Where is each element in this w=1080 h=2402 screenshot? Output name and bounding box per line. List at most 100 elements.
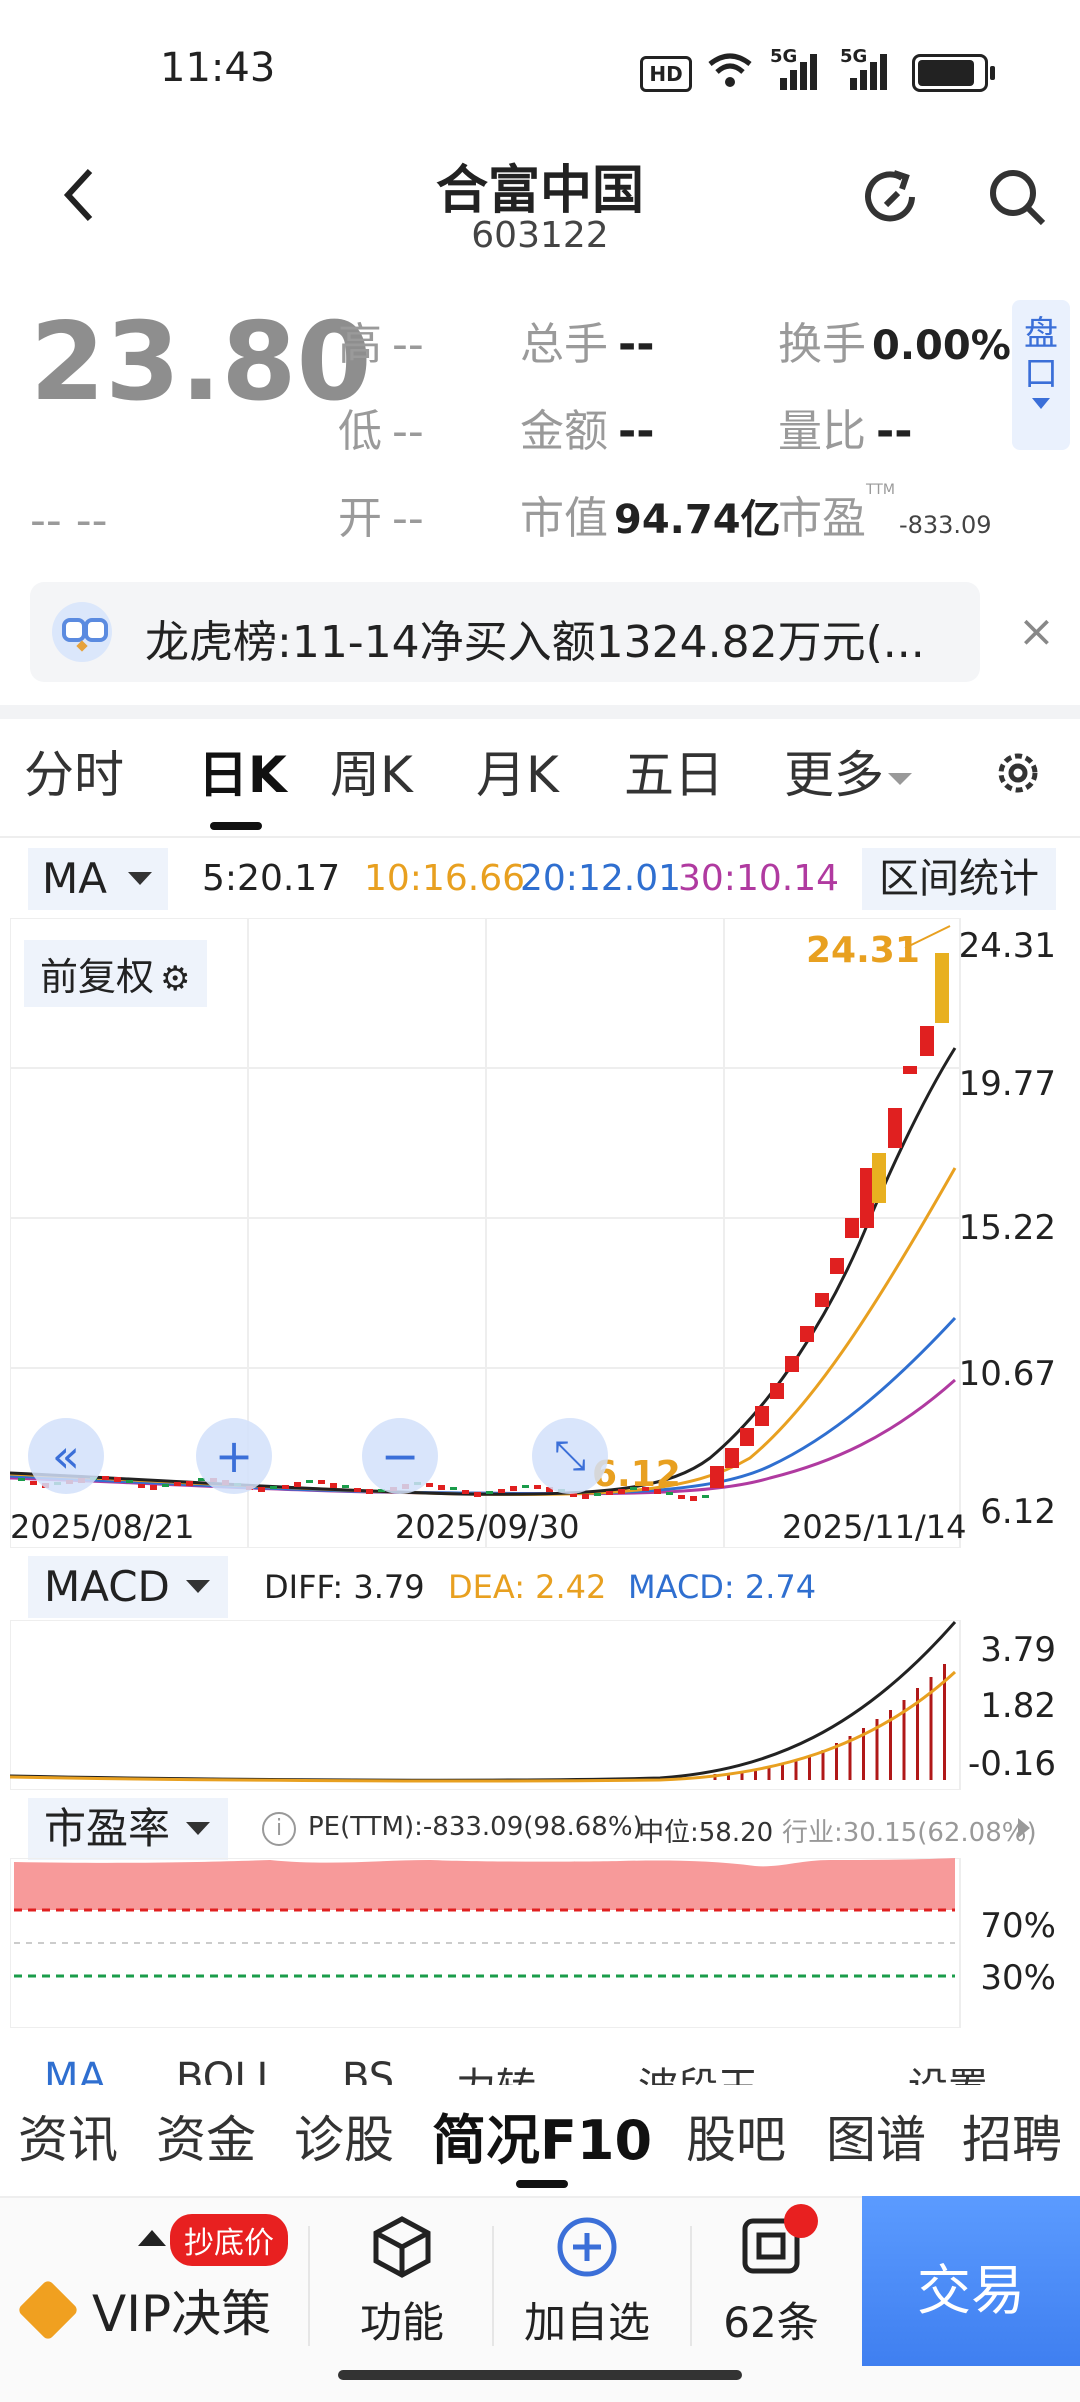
active-tab-indicator	[516, 2180, 568, 2188]
trade-button[interactable]: 交易	[862, 2196, 1080, 2366]
tab-five-day[interactable]: 五日	[624, 735, 724, 807]
tab-more[interactable]: 更多	[784, 735, 912, 807]
tab-jobs[interactable]: 招聘	[962, 2100, 1062, 2172]
candle	[770, 1383, 784, 1399]
zoom-in-icon[interactable]: +	[196, 1418, 272, 1494]
vip-label: VIP决策	[92, 2285, 272, 2343]
adjust-label[interactable]: 前复权 ⚙	[24, 940, 207, 1007]
candle	[935, 953, 949, 1023]
pankou-button[interactable]: 盘口	[1012, 300, 1070, 450]
caret-down-icon	[888, 772, 912, 785]
tab-monthly-k[interactable]: 月K	[476, 735, 559, 807]
indicator-lizhuan[interactable]: 力转	[456, 2055, 536, 2085]
close-icon[interactable]: ×	[1018, 606, 1055, 657]
candle	[294, 1482, 301, 1487]
candle	[582, 1494, 589, 1499]
price-change: -- --	[30, 495, 108, 546]
ma30-value: 30:10.14	[678, 858, 839, 899]
macd-chart[interactable]: 3.79 1.82 -0.16	[10, 1620, 1068, 1790]
kline-chart[interactable]: 前复权 ⚙ 24.31 6.12 24.31 19.77 15.22 10.67 …	[10, 918, 1068, 1548]
candle	[18, 1478, 25, 1481]
search-icon[interactable]	[985, 165, 1049, 229]
candle	[845, 1218, 859, 1238]
candle	[755, 1406, 769, 1426]
pe-area	[14, 1858, 955, 1910]
low-field: 低 --	[338, 406, 424, 457]
candle	[710, 1466, 724, 1488]
candle	[815, 1293, 829, 1307]
candle	[438, 1485, 445, 1490]
vip-button[interactable]: 抄底价 VIP决策	[0, 2196, 305, 2376]
tab-diagnose[interactable]: 诊股	[294, 2100, 394, 2172]
x-tick: 2025/11/14	[782, 1508, 967, 1546]
ma-selector[interactable]: MA	[28, 848, 168, 910]
candle	[510, 1486, 517, 1491]
ask-button[interactable]: 62条	[706, 2215, 836, 2350]
indicator-bs[interactable]: BS	[342, 2055, 394, 2085]
volratio-field: 量比 --	[778, 406, 913, 457]
candle	[138, 1484, 145, 1488]
candle	[534, 1485, 541, 1489]
function-button[interactable]: 功能	[332, 2215, 472, 2350]
gear-icon[interactable]	[990, 745, 1046, 801]
candle	[126, 1480, 133, 1483]
x-tick: 2025/08/21	[10, 1508, 195, 1546]
indicator-boduan[interactable]: 波段王	[638, 2055, 758, 2085]
candle	[306, 1480, 313, 1483]
candle	[678, 1495, 685, 1499]
candle	[102, 1476, 109, 1480]
x-tick: 2025/09/30	[395, 1508, 580, 1546]
tab-f10[interactable]: 简况F10	[432, 2096, 652, 2175]
status-bar: 11:43 HD 5G 5G	[0, 0, 1080, 140]
diff-value: DIFF: 3.79	[264, 1568, 425, 1606]
scroll-left-icon[interactable]: «	[28, 1418, 104, 1494]
candle	[785, 1356, 799, 1372]
tab-forum[interactable]: 股吧	[686, 2100, 786, 2172]
tab-daily-k[interactable]: 日K	[198, 735, 287, 807]
chevron-right-icon[interactable]	[1018, 1818, 1030, 1838]
add-watchlist-button[interactable]: 加自选	[512, 2215, 662, 2350]
owl-icon	[52, 602, 112, 662]
candle	[282, 1485, 289, 1489]
dragon-tiger-banner[interactable]: 龙虎榜:11-14净买入额1324.82万元(...	[30, 582, 980, 682]
tab-graph[interactable]: 图谱	[826, 2100, 926, 2172]
divider	[690, 2226, 692, 2346]
candle	[725, 1448, 739, 1468]
notification-dot	[784, 2204, 818, 2238]
macd-selector[interactable]: MACD	[28, 1556, 228, 1618]
pe-chart[interactable]: 70% 30%	[10, 1858, 1068, 2028]
tab-news[interactable]: 资讯	[18, 2100, 118, 2172]
info-icon[interactable]: i	[262, 1812, 296, 1846]
y-tick: 10.67	[958, 1354, 1056, 1394]
tab-funds[interactable]: 资金	[156, 2100, 256, 2172]
signal-icon-2: 5G	[840, 46, 895, 90]
open-field: 开 --	[338, 493, 424, 544]
candle	[318, 1480, 325, 1484]
wifi-icon	[708, 53, 752, 87]
pe-selector[interactable]: 市盈率	[28, 1798, 228, 1860]
y-tick: 6.12	[980, 1492, 1056, 1532]
vip-diamond-icon	[16, 2278, 80, 2342]
caret-up-icon	[138, 2230, 166, 2246]
candle	[872, 1153, 886, 1203]
home-indicator	[338, 2370, 742, 2380]
candle	[522, 1485, 529, 1488]
refresh-icon[interactable]	[860, 165, 924, 229]
range-stats-button[interactable]: 区间统计	[862, 848, 1056, 910]
ma5-value: 5:20.17	[202, 858, 341, 899]
gear-icon: ⚙	[160, 959, 191, 999]
indicator-boll[interactable]: BOLL	[176, 2055, 279, 2085]
indicator-settings[interactable]: 设置	[908, 2055, 988, 2085]
battery-icon	[912, 54, 995, 92]
tab-intraday[interactable]: 分时	[24, 735, 124, 807]
y-tick: 24.31	[958, 926, 1056, 966]
divider	[492, 2226, 494, 2346]
fullscreen-icon[interactable]: ⤡	[532, 1418, 608, 1494]
candle	[498, 1489, 505, 1493]
candle	[330, 1483, 337, 1488]
zoom-out-icon[interactable]: −	[362, 1418, 438, 1494]
candle	[486, 1491, 493, 1494]
tab-weekly-k[interactable]: 周K	[330, 735, 413, 807]
indicator-ma[interactable]: MA	[44, 2055, 106, 2085]
y-tick: -0.16	[968, 1744, 1056, 1784]
